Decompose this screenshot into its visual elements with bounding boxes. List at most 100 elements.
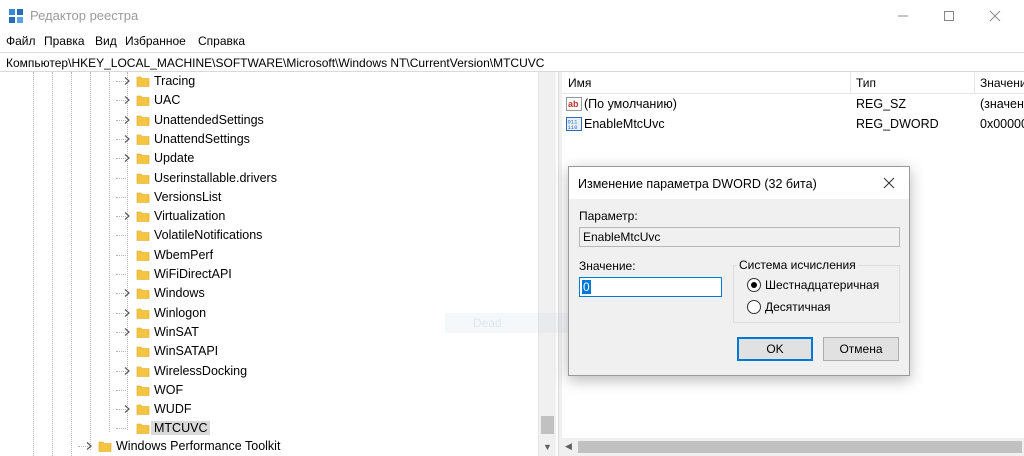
expand-chevron-icon[interactable] xyxy=(122,327,132,337)
expand-chevron-icon[interactable] xyxy=(122,366,132,376)
value-name: EnableMtcUvc xyxy=(584,117,665,131)
expand-chevron-icon[interactable] xyxy=(122,134,132,144)
tree-item-selected[interactable]: MTCUVC xyxy=(0,419,540,438)
value-data-input[interactable]: 0 xyxy=(579,277,722,297)
expand-chevron-icon[interactable] xyxy=(122,95,132,105)
tree-item-label: Userinstallable.drivers xyxy=(154,170,277,185)
expand-chevron-icon[interactable] xyxy=(122,153,132,163)
tree-item-label: WbemPerf xyxy=(154,247,214,262)
menu-edit[interactable]: Правка xyxy=(44,34,85,48)
expand-chevron-icon[interactable] xyxy=(122,76,132,86)
tree-item[interactable]: WinSATAPI xyxy=(0,342,540,361)
param-name-field: EnableMtcUvc xyxy=(579,227,900,247)
column-header-value[interactable]: Значени xyxy=(980,76,1024,90)
tree-item[interactable]: WirelessDocking xyxy=(0,362,540,381)
scroll-left-icon[interactable]: ◀ xyxy=(565,441,572,452)
ok-button[interactable]: OK xyxy=(737,337,813,361)
tree-vertical-scrollbar[interactable]: ▼ xyxy=(538,72,556,456)
expand-chevron-icon[interactable] xyxy=(122,115,132,125)
scrollbar-thumb[interactable] xyxy=(541,416,554,434)
tree-item-label: Windows Performance Toolkit xyxy=(116,438,281,453)
tree-item[interactable]: Tracing xyxy=(0,72,540,91)
expand-chevron-icon[interactable] xyxy=(122,308,132,318)
folder-icon xyxy=(136,115,150,126)
tree-item[interactable]: VersionsList xyxy=(0,188,540,207)
cancel-button[interactable]: Отмена xyxy=(823,337,899,361)
dialog-close-icon[interactable] xyxy=(881,175,897,191)
folder-icon xyxy=(136,250,150,261)
tree-connector xyxy=(116,428,126,430)
column-header-name[interactable]: Имя xyxy=(568,76,591,90)
tree-item-label: WUDF xyxy=(154,402,192,417)
column-divider[interactable] xyxy=(974,72,975,94)
tree-connector xyxy=(116,177,126,179)
tree-item-label: VersionsList xyxy=(154,189,222,204)
tree-item[interactable]: WUDF xyxy=(0,400,540,419)
tree-item[interactable]: WbemPerf xyxy=(0,246,540,265)
tree-item[interactable]: UAC xyxy=(0,91,540,110)
tree-item-label: WinSATAPI xyxy=(154,344,219,359)
tree-item[interactable]: Windows xyxy=(0,284,540,303)
list-row[interactable]: ab (По умолчанию) REG_SZ (значен xyxy=(562,94,1024,114)
folder-icon xyxy=(136,95,150,107)
tree-item[interactable]: WiFiDirectAPI xyxy=(0,265,540,284)
close-button[interactable] xyxy=(972,0,1018,32)
maximize-button[interactable] xyxy=(926,0,972,32)
base-hex-label[interactable]: Шестнадцатеричная xyxy=(765,278,879,292)
key-tree-pane: Tracing UAC UnattendedSettings UnattendSett… xyxy=(0,72,558,456)
minimize-button[interactable] xyxy=(880,0,926,32)
tree-item-label: Winlogon xyxy=(154,305,207,320)
expand-chevron-icon[interactable] xyxy=(122,288,132,298)
ghost-label: Dead xyxy=(473,316,502,330)
tree-item[interactable]: WOF xyxy=(0,381,540,400)
tree-item-label: Update xyxy=(154,151,195,166)
value-label: Значение: xyxy=(579,259,636,273)
tree-item-label: UnattendSettings xyxy=(154,131,250,146)
tree-item-label: WiFiDirectAPI xyxy=(154,267,232,281)
column-header-type[interactable]: Тип xyxy=(856,76,876,90)
folder-icon xyxy=(136,424,150,435)
dialog-title: Изменение параметра DWORD (32 бита) xyxy=(578,177,817,191)
maximize-icon xyxy=(944,11,954,21)
tree-item[interactable]: UnattendedSettings xyxy=(0,111,540,130)
tree-item-label: UnattendedSettings xyxy=(154,112,264,127)
tree-connector xyxy=(116,196,126,198)
tree-item[interactable]: Update xyxy=(0,149,540,168)
window-title: Редактор реестра xyxy=(30,8,139,23)
tree-connector xyxy=(116,235,126,237)
expand-chevron-icon[interactable] xyxy=(122,404,132,414)
base-hex-radio[interactable] xyxy=(747,278,761,292)
menu-file[interactable]: Файл xyxy=(6,34,36,48)
list-horizontal-scrollbar[interactable]: ◀ xyxy=(562,438,1024,456)
folder-icon xyxy=(136,308,150,319)
address-path: Компьютер\HKEY_LOCAL_MACHINE\SOFTWARE\Mi… xyxy=(6,56,545,70)
address-bar[interactable]: Компьютер\HKEY_LOCAL_MACHINE\SOFTWARE\Mi… xyxy=(0,52,1024,72)
base-dec-radio[interactable] xyxy=(747,300,761,314)
registry-editor-icon xyxy=(9,9,23,23)
menu-help[interactable]: Справка xyxy=(198,34,245,48)
expand-chevron-icon[interactable] xyxy=(84,441,94,451)
tree-item[interactable]: UnattendSettings xyxy=(0,130,540,149)
tree-item[interactable]: Windows Performance Toolkit xyxy=(0,437,540,456)
expand-chevron-icon[interactable] xyxy=(122,211,132,221)
window-titlebar: Редактор реестра xyxy=(0,0,1024,32)
dialog-titlebar: Изменение параметра DWORD (32 бита) xyxy=(569,167,909,199)
svg-text:110: 110 xyxy=(568,124,578,131)
column-divider[interactable] xyxy=(850,72,851,94)
value-data-text: 0 xyxy=(582,280,591,294)
tree-item-label: WinSAT xyxy=(154,324,199,339)
folder-icon xyxy=(136,231,150,242)
tree-item[interactable]: VolatileNotifications xyxy=(0,226,540,245)
base-dec-label[interactable]: Десятичная xyxy=(765,300,831,314)
tree-item[interactable]: Virtualization xyxy=(0,207,540,226)
scrollbar-thumb[interactable] xyxy=(578,441,1022,453)
menu-favorites[interactable]: Избранное xyxy=(125,34,186,48)
value-data: (значен xyxy=(980,97,1024,111)
folder-icon xyxy=(136,76,150,87)
folder-icon xyxy=(136,346,150,357)
binary-value-icon: 011 110 xyxy=(566,117,582,131)
list-row[interactable]: 011 110 EnableMtcUvc REG_DWORD 0x00000 xyxy=(562,114,1024,134)
tree-item[interactable]: Userinstallable.drivers xyxy=(0,169,540,188)
menu-view[interactable]: Вид xyxy=(95,34,117,48)
scroll-down-icon[interactable]: ▼ xyxy=(543,442,552,452)
